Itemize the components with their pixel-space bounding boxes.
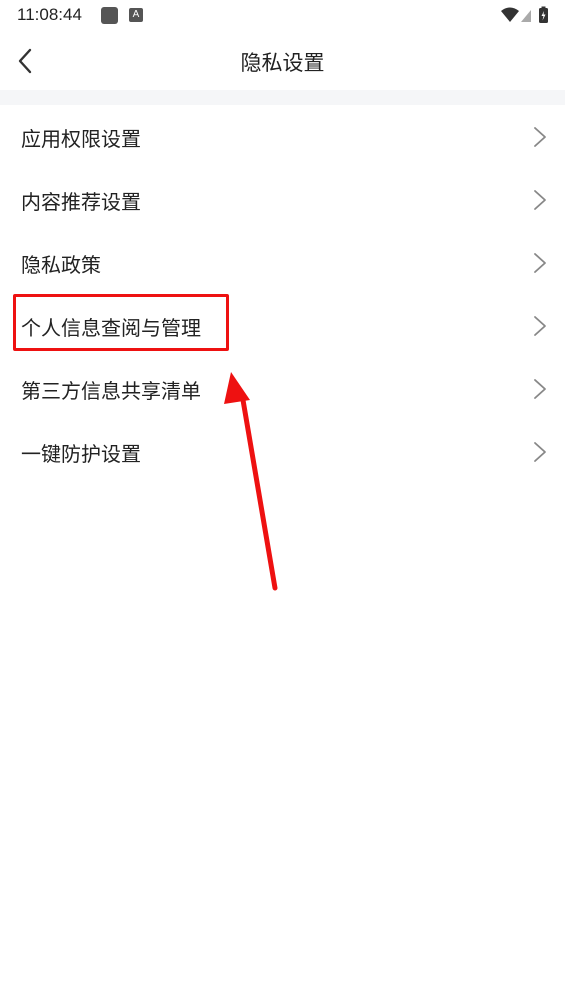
- app-notification-icon: [101, 7, 118, 24]
- chevron-right-icon: [534, 442, 546, 462]
- list-item-label: 一键防护设置: [21, 442, 141, 466]
- chevron-right-icon: [534, 253, 546, 273]
- list-item-label: 应用权限设置: [21, 127, 141, 151]
- status-time: 11:08:44: [17, 5, 82, 24]
- list-item-third-party-sharing[interactable]: 第三方信息共享清单: [0, 357, 565, 420]
- list-item-label: 隐私政策: [21, 253, 101, 277]
- battery-charging-icon: [539, 6, 548, 23]
- chevron-right-icon: [534, 316, 546, 336]
- list-item-one-click-protection[interactable]: 一键防护设置: [0, 420, 565, 483]
- list-item-label: 个人信息查阅与管理: [21, 316, 201, 340]
- chevron-right-icon: [534, 190, 546, 210]
- wifi-icon: [501, 7, 519, 22]
- page-title: 隐私设置: [240, 51, 325, 75]
- chevron-right-icon: [534, 127, 546, 147]
- status-right-icons: [501, 6, 551, 30]
- status-bar: 11:08:44 A: [0, 0, 565, 32]
- list-item-app-permissions[interactable]: 应用权限设置: [0, 105, 565, 168]
- list-item-label: 第三方信息共享清单: [21, 379, 201, 403]
- list-item-privacy-policy[interactable]: 隐私政策: [0, 231, 565, 294]
- a-badge-icon: A: [129, 8, 143, 22]
- chevron-right-icon: [534, 379, 546, 399]
- section-divider: [0, 90, 565, 105]
- cell-signal-icon: [521, 10, 531, 22]
- list-item-content-recommendation[interactable]: 内容推荐设置: [0, 168, 565, 231]
- list-item-label: 内容推荐设置: [21, 190, 141, 214]
- privacy-settings-list: 应用权限设置 内容推荐设置 隐私政策 个人信息查阅与管理 第三方信息共享清单 一…: [0, 105, 565, 483]
- app-header: 隐私设置: [0, 32, 565, 90]
- list-item-personal-info-management[interactable]: 个人信息查阅与管理: [0, 294, 565, 357]
